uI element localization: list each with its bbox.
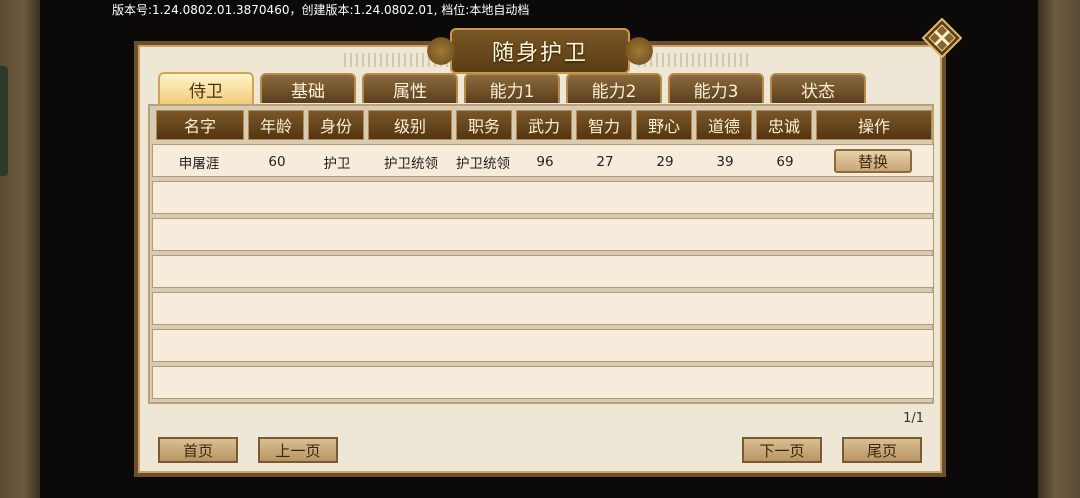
tab-ability-3[interactable]: 能力3 [668,73,764,103]
col-rank: 级别 [368,110,452,140]
guard-table: 名字 年龄 身份 级别 职务 武力 智力 野心 道德 忠诚 操作 申屠涯 60 … [148,104,934,404]
cell-rank: 护卫统领 [384,155,438,172]
cell-intellect: 27 [596,153,614,170]
cell-identity: 护卫 [323,155,351,172]
col-morality: 道德 [696,110,752,140]
page-indicator: 1/1 [903,411,924,426]
cell-age: 60 [268,153,286,170]
next-page-button[interactable]: 下一页 [742,437,822,463]
tab-label: 能力1 [489,81,535,102]
cell-morality: 39 [716,153,734,170]
tab-label: 基础 [291,81,325,102]
left-side-border [0,0,40,498]
col-identity: 身份 [308,110,364,140]
table-row: 申屠涯 60 护卫 护卫统领 护卫统领 96 27 29 39 69 替换 [152,144,934,177]
cell-force: 96 [536,153,554,170]
prev-page-button[interactable]: 上一页 [258,437,338,463]
cell-name: 申屠涯 [178,155,220,172]
tab-guard[interactable]: 侍卫 [158,72,254,104]
replace-button[interactable]: 替换 [834,149,912,173]
table-row-empty [152,181,934,214]
tab-label: 状态 [801,81,835,102]
table-row-empty [152,366,934,399]
cell-duty: 护卫统领 [456,155,510,172]
col-ambition: 野心 [636,110,692,140]
title-plate: 随身护卫 [424,28,656,74]
guard-panel: 随身护卫 侍卫 基础 属性 能力1 能力2 能力3 状态 名字 年龄 身份 级别… [134,28,946,477]
col-force: 武力 [516,110,572,140]
tab-label: 属性 [393,81,427,102]
table-row-empty [152,329,934,362]
tab-status[interactable]: 状态 [770,73,866,103]
close-glyph [922,18,962,58]
col-age: 年龄 [248,110,304,140]
tab-attributes[interactable]: 属性 [362,73,458,103]
version-info: 版本号:1.24.0802.01.3870460，创建版本:1.24.0802.… [112,3,530,17]
right-side-border [1038,0,1080,498]
close-diamond-icon[interactable] [922,18,962,58]
tab-label: 能力3 [693,81,739,102]
col-loyalty: 忠诚 [756,110,812,140]
col-action: 操作 [816,110,932,140]
table-row-empty [152,292,934,325]
col-name: 名字 [156,110,244,140]
last-page-button[interactable]: 尾页 [842,437,922,463]
tab-label: 侍卫 [189,81,223,102]
cell-ambition: 29 [656,153,674,170]
table-row-empty [152,218,934,251]
tab-label: 能力2 [591,81,637,102]
table-row-empty [152,255,934,288]
page-title: 随身护卫 [491,41,588,66]
table-body: 申屠涯 60 护卫 护卫统领 护卫统领 96 27 29 39 69 替换 [152,144,934,403]
col-intellect: 智力 [576,110,632,140]
tab-ability-2[interactable]: 能力2 [566,73,662,103]
cell-loyalty: 69 [776,153,794,170]
tab-ability-1[interactable]: 能力1 [464,73,560,103]
tab-basic[interactable]: 基础 [260,73,356,103]
col-duty: 职务 [456,110,512,140]
first-page-button[interactable]: 首页 [158,437,238,463]
